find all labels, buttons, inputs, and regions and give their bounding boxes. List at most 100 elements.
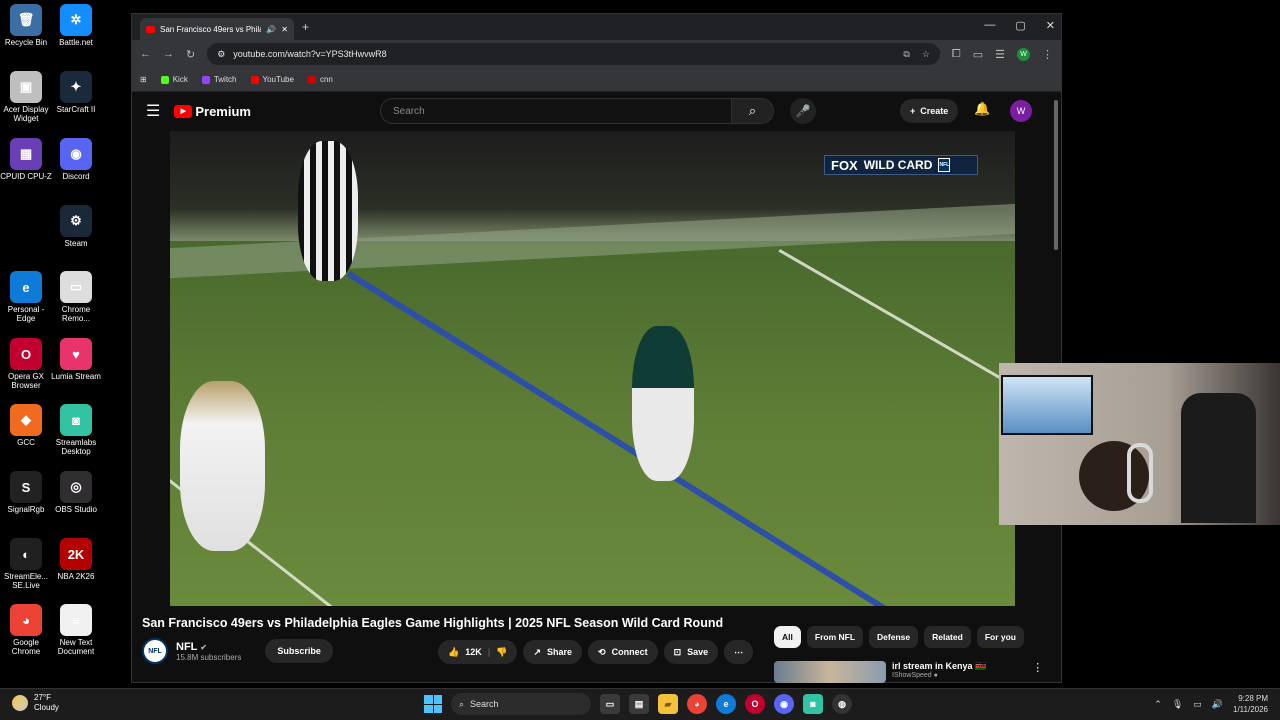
bookmark-item[interactable]: Kick: [160, 75, 188, 84]
profile-avatar[interactable]: W: [1017, 47, 1030, 61]
create-button[interactable]: + Create: [900, 99, 959, 123]
desktop-icon[interactable]: ⚙ Steam: [50, 205, 102, 248]
channel-avatar[interactable]: NFL: [142, 638, 168, 664]
file-explorer-icon[interactable]: ▰: [658, 694, 678, 714]
like-button[interactable]: 👍 12K | 👎: [438, 640, 518, 664]
browser-window: San Francisco 49ers vs Phila... 🔊 ✕ + — …: [131, 13, 1062, 683]
save-button[interactable]: ⊡ Save: [663, 640, 719, 664]
filter-chip[interactable]: For you: [976, 626, 1024, 648]
channel-name[interactable]: NFL: [176, 641, 197, 653]
volume-icon[interactable]: 🔊: [1212, 699, 1223, 710]
desktop-app-icon: 🗑: [10, 4, 42, 36]
install-app-icon[interactable]: ⧉: [903, 49, 909, 60]
webcam-overlay: [999, 363, 1280, 525]
thumbs-down-icon[interactable]: 👎: [496, 647, 507, 658]
recommendation-title[interactable]: irl stream in Kenya 🇰🇪: [892, 661, 986, 672]
desktop-icon[interactable]: ◙ Streamlabs Desktop: [50, 404, 102, 456]
recommendation-item[interactable]: irl stream in Kenya 🇰🇪 IShowSpeed ● ⋮: [774, 661, 1043, 683]
filter-chip[interactable]: From NFL: [806, 626, 864, 648]
extensions-icon[interactable]: ⧠: [952, 48, 961, 61]
desktop-icon[interactable]: ≡ New Text Document: [50, 604, 102, 656]
desktop-icon[interactable]: e Personal - Edge: [0, 271, 52, 323]
desktop-icon[interactable]: ✦ StarCraft II: [50, 71, 102, 114]
bookmark-star-icon[interactable]: ☆: [922, 49, 930, 60]
recommendation-thumbnail[interactable]: [774, 661, 886, 683]
desktop-icon[interactable]: ▦ CPUID CPU-Z: [0, 138, 52, 181]
bookmark-item[interactable]: YouTube: [250, 75, 294, 84]
start-windows-icon[interactable]: [424, 695, 442, 713]
video-player[interactable]: FOX WILD CARD NFL: [170, 131, 1015, 606]
desktop-icon[interactable]: ◐ StreamEle... SE.Live: [0, 538, 52, 590]
more-actions-button[interactable]: ⋯: [724, 640, 754, 664]
filter-chip[interactable]: Defense: [869, 626, 919, 648]
user-avatar[interactable]: W: [1010, 100, 1032, 122]
forward-icon[interactable]: →: [163, 48, 174, 60]
browser-menu-icon[interactable]: ⋮: [1042, 48, 1053, 61]
tab-active[interactable]: San Francisco 49ers vs Phila... 🔊 ✕: [140, 18, 294, 40]
tab-close-icon[interactable]: ✕: [281, 25, 288, 34]
youtube-play-icon: ▶: [174, 104, 193, 118]
desktop-app-icon: ⚙: [60, 205, 92, 237]
split-view-icon[interactable]: ▭: [973, 48, 983, 61]
hamburger-menu-icon[interactable]: ☰: [146, 101, 160, 121]
site-info-icon[interactable]: ⚙: [217, 49, 225, 60]
taskbar-apps: ⌕ Search ▭ ▤ ▰ ◕ e O ◉ ◙ ◍: [424, 693, 852, 715]
bookmark-item[interactable]: cnn: [307, 75, 333, 84]
minimize-icon[interactable]: —: [984, 19, 995, 32]
filter-chip[interactable]: Related: [924, 626, 971, 648]
back-icon[interactable]: ←: [140, 48, 151, 60]
app-taskbar-icon[interactable]: ◍: [832, 694, 852, 714]
desktop-icon[interactable]: ▭ Chrome Remo...: [50, 271, 102, 323]
widgets-icon[interactable]: ▤: [629, 694, 649, 714]
maximize-icon[interactable]: ▢: [1015, 19, 1025, 32]
notifications-bell-icon[interactable]: 🔔: [974, 101, 990, 117]
streamlabs-taskbar-icon[interactable]: ◙: [803, 694, 823, 714]
desktop-icon[interactable]: 2K NBA 2K26: [50, 538, 102, 581]
desktop-app-icon: ◉: [60, 138, 92, 170]
bookmark-item[interactable]: Twitch: [201, 75, 237, 84]
weather-widget[interactable]: 27°F Cloudy: [12, 693, 59, 713]
edge-taskbar-icon[interactable]: e: [716, 694, 736, 714]
opera-taskbar-icon[interactable]: O: [745, 694, 765, 714]
task-view-icon[interactable]: ▭: [600, 694, 620, 714]
subscriber-count: 15.8M subscribers: [176, 652, 242, 662]
subscribe-button[interactable]: Subscribe: [265, 639, 333, 663]
reading-list-icon[interactable]: ☰: [995, 48, 1005, 61]
apps-grid-icon[interactable]: ⊞: [140, 75, 147, 84]
recommendation-menu-icon[interactable]: ⋮: [1032, 661, 1043, 683]
close-window-icon[interactable]: ✕: [1046, 19, 1055, 32]
scrollbar-thumb[interactable]: [1054, 100, 1058, 250]
search-button[interactable]: ⌕: [732, 98, 774, 124]
mic-tray-icon[interactable]: 🎙: [1172, 699, 1183, 710]
connect-button[interactable]: ⟲ Connect: [588, 640, 658, 664]
new-tab-icon[interactable]: +: [302, 20, 309, 34]
clock[interactable]: 9:28 PM 1/11/2026: [1233, 693, 1268, 715]
address-bar[interactable]: ⚙ youtube.com/watch?v=YPS3tHwvwR8 ⧉ ☆: [207, 43, 940, 65]
desktop-icon[interactable]: 🗑 Recycle Bin: [0, 4, 52, 47]
voice-search-button[interactable]: 🎤: [790, 98, 816, 124]
youtube-logo[interactable]: ▶ Premium: [174, 104, 251, 119]
desktop-icon[interactable]: ✲ Battle.net: [50, 4, 102, 47]
desktop-app-icon: ♥: [60, 338, 92, 370]
desktop-icon[interactable]: O Opera GX Browser: [0, 338, 52, 390]
share-button[interactable]: ↗ Share: [523, 640, 583, 664]
search-input[interactable]: Search: [380, 98, 732, 124]
reload-icon[interactable]: ↻: [186, 48, 195, 61]
desktop-icon[interactable]: ◉ Discord: [50, 138, 102, 181]
desktop-icon[interactable]: ◎ OBS Studio: [50, 471, 102, 514]
desktop-app-icon: ≡: [60, 604, 92, 636]
speaker-icon[interactable]: 🔊: [266, 25, 276, 34]
tray-overflow-icon[interactable]: ⌃: [1154, 699, 1162, 710]
chrome-taskbar-icon[interactable]: ◕: [687, 694, 707, 714]
discord-taskbar-icon[interactable]: ◉: [774, 694, 794, 714]
desktop-icon[interactable]: ♥ Lumia Stream: [50, 338, 102, 381]
network-icon[interactable]: ▭: [1193, 699, 1202, 710]
desktop-icon[interactable]: S SignalRgb: [0, 471, 52, 514]
desktop-icon[interactable]: ◕ Google Chrome: [0, 604, 52, 656]
desktop-icon[interactable]: ▣ Acer Display Widget: [0, 71, 52, 123]
desktop-app-icon: ✲: [60, 4, 92, 36]
taskbar-search[interactable]: ⌕ Search: [451, 693, 591, 715]
filter-chip[interactable]: All: [774, 626, 801, 648]
desktop-icon-label: NBA 2K26: [57, 572, 95, 581]
desktop-icon[interactable]: ◆ GCC: [0, 404, 52, 447]
